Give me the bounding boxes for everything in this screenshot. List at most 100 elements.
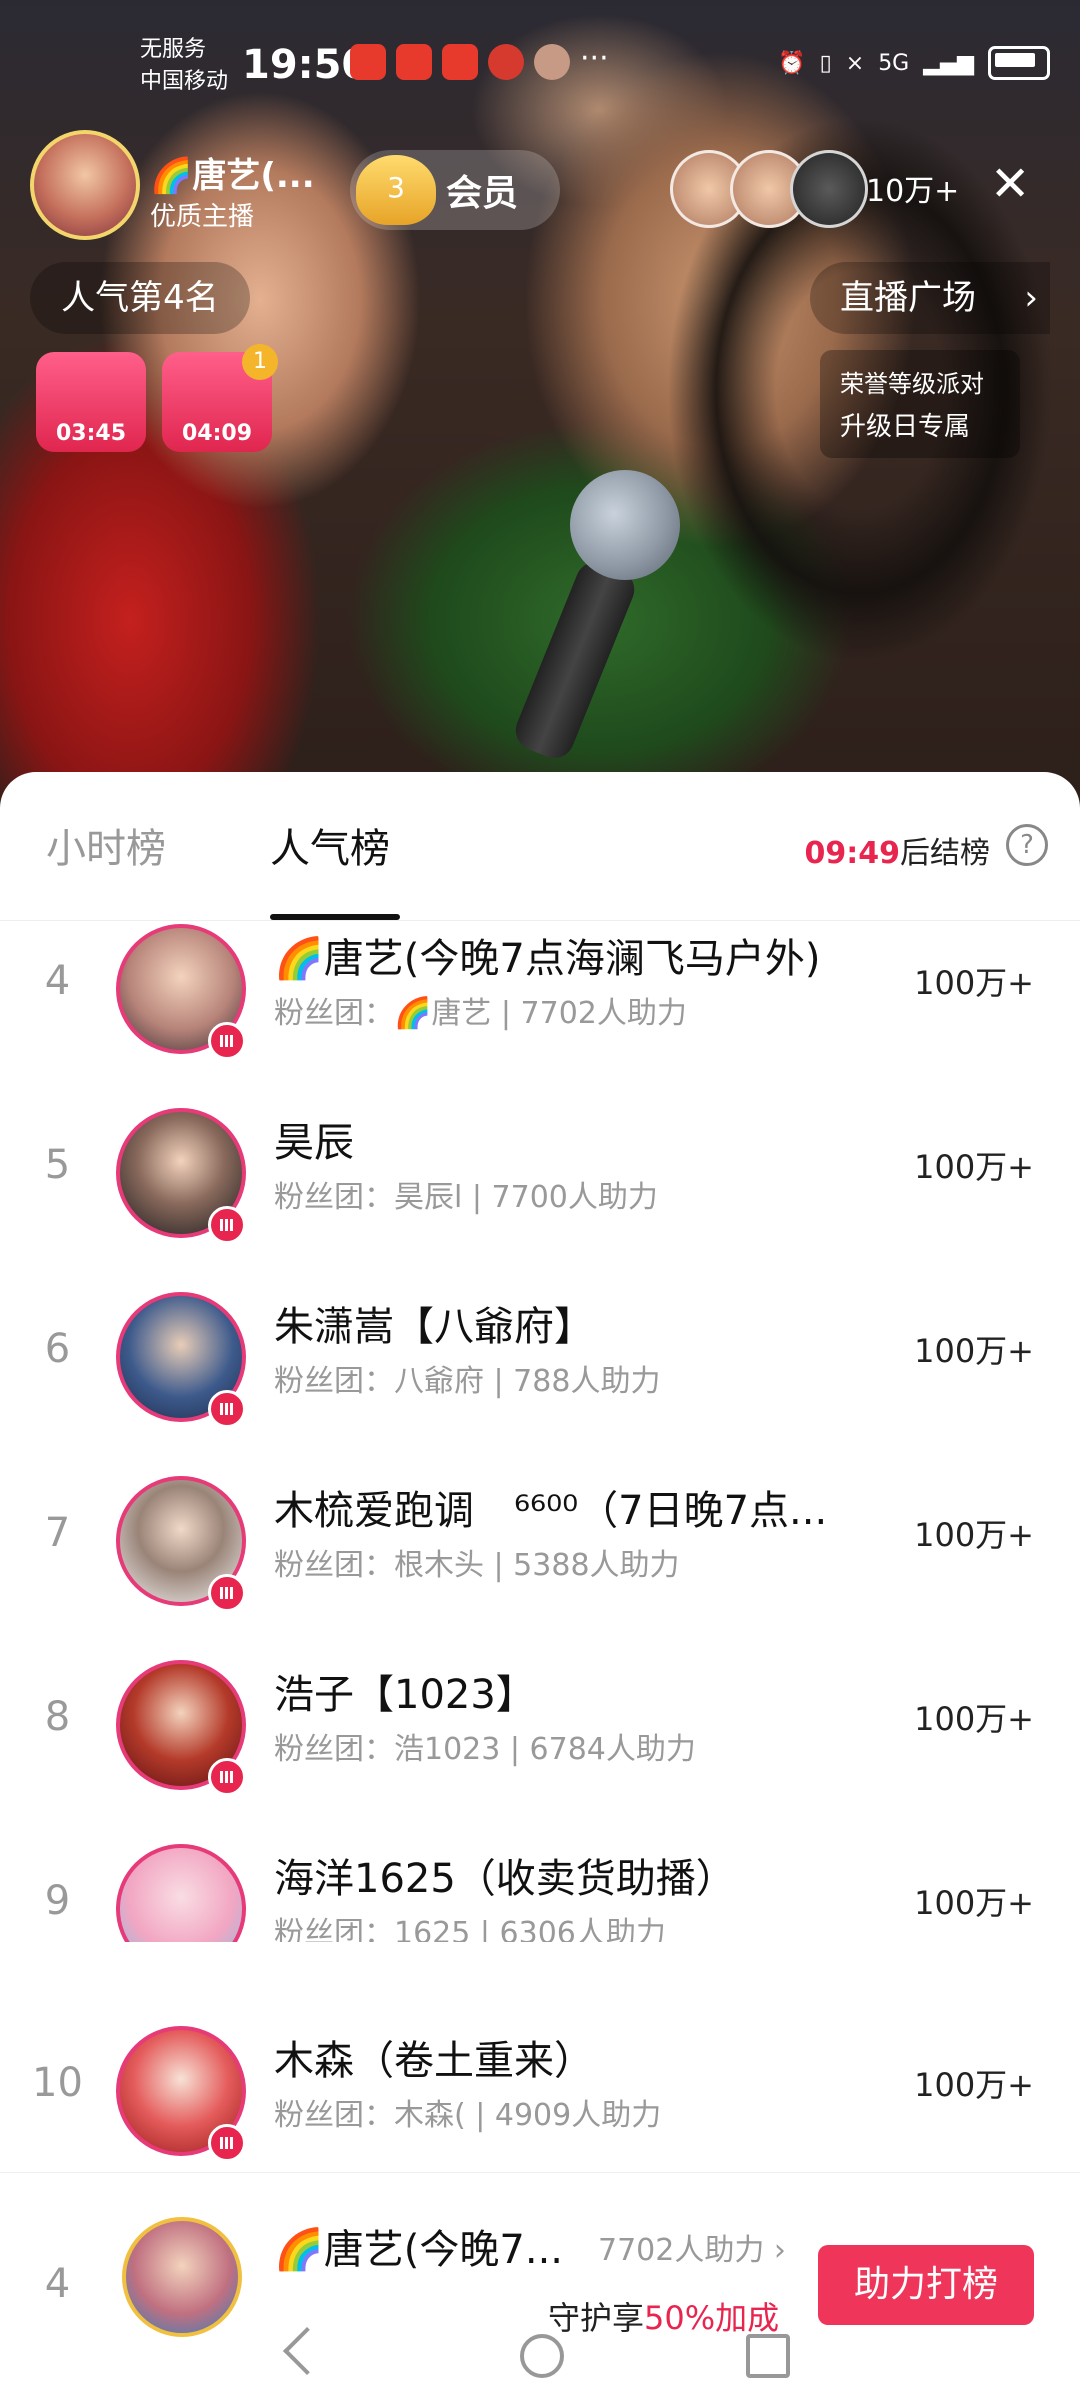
ranking-row[interactable]: 5 昊辰 粉丝团：昊辰l | 7700人助力 100万+ bbox=[0, 1084, 1080, 1268]
boost-rank-button[interactable]: 助力打榜 bbox=[818, 2245, 1034, 2325]
my-anchor-avatar[interactable] bbox=[122, 2217, 242, 2337]
anchor-tag: 优质主播 bbox=[150, 202, 255, 232]
countdown: 09:49后结榜 bbox=[805, 828, 991, 872]
anchor-name: 🌈唐艺(... bbox=[150, 156, 315, 196]
fan-club-info: 粉丝团：🌈唐艺 | 7702人助力 bbox=[274, 996, 687, 1031]
ranking-tabs: 小时榜 人气榜 09:49后结榜 ? bbox=[0, 772, 1080, 921]
viewer-count[interactable]: 10万+ bbox=[866, 166, 959, 210]
ranking-row[interactable]: 10 木森（卷土重来） 粉丝团：木森( | 4909人助力 100万+ bbox=[0, 2002, 1080, 2186]
recent-apps-icon[interactable] bbox=[746, 2334, 790, 2378]
fan-club-info: 粉丝团：浩1023 | 6784人助力 bbox=[274, 1732, 696, 1767]
microphone-head bbox=[570, 470, 680, 580]
streamer-name: 浩子【1023】 bbox=[274, 1672, 536, 1718]
fan-club-info: 粉丝团：木森( | 4909人助力 bbox=[274, 2098, 662, 2133]
ranking-row[interactable]: 4 🌈唐艺(今晚7点海澜飞马户外) 粉丝团：🌈唐艺 | 7702人助力 100万… bbox=[0, 922, 1080, 1084]
network-type: 5G bbox=[878, 50, 910, 76]
active-tab-indicator bbox=[270, 914, 400, 920]
streamer-name: 昊辰 bbox=[274, 1120, 354, 1166]
countdown-suffix: 后结榜 bbox=[900, 836, 990, 871]
streamer-name: 朱潇嵩【八爺府】 bbox=[274, 1304, 594, 1350]
back-icon[interactable] bbox=[282, 2326, 332, 2376]
my-anchor-name: 🌈唐艺(今晚7... bbox=[274, 2227, 564, 2273]
ranking-list[interactable]: 4 🌈唐艺(今晚7点海澜飞马户外) 粉丝团：🌈唐艺 | 7702人助力 100万… bbox=[0, 922, 1080, 1942]
honor-line-1: 荣誉等级派对 bbox=[840, 370, 984, 398]
pinduoduo-app-icon-2 bbox=[442, 44, 478, 80]
rank-number: 6 bbox=[44, 1326, 71, 1372]
anchor-info[interactable]: 🌈唐艺(... 优质主播 bbox=[30, 130, 330, 240]
pinduoduo-app-icon bbox=[396, 44, 432, 80]
fan-club-info: 粉丝团：八爺府 | 788人助力 bbox=[274, 1364, 661, 1399]
ranking-row[interactable]: 8 浩子【1023】 粉丝团：浩1023 | 6784人助力 100万+ bbox=[0, 1636, 1080, 1820]
fan-club-badge[interactable]: 3 会员 bbox=[350, 150, 560, 230]
streamer-name: 海洋1625（收卖货助播） bbox=[274, 1856, 736, 1902]
live-badge-icon bbox=[208, 1758, 246, 1796]
rank-number: 5 bbox=[44, 1142, 71, 1188]
anchor-avatar[interactable] bbox=[30, 130, 140, 240]
notification-icons: ··· bbox=[350, 44, 616, 80]
score: 100万+ bbox=[914, 2066, 1034, 2104]
live-badge-icon bbox=[208, 1574, 246, 1612]
tab-hourly[interactable]: 小时榜 bbox=[46, 816, 166, 874]
streamer-avatar[interactable] bbox=[116, 1844, 246, 1942]
alarm-icon: ⏰ bbox=[778, 50, 806, 76]
viewer-avatar bbox=[790, 150, 868, 228]
tab-popularity[interactable]: 人气榜 bbox=[270, 816, 390, 874]
notification-avatar-icon bbox=[534, 44, 570, 80]
streamer-name: 木森（卷土重来） bbox=[274, 2038, 594, 2084]
live-plaza-label: 直播广场 bbox=[840, 278, 976, 318]
live-plaza-button[interactable]: 直播广场 › bbox=[810, 262, 1050, 334]
heart-level-icon: 3 bbox=[356, 155, 436, 225]
notification-app-icon bbox=[488, 44, 524, 80]
home-icon[interactable] bbox=[520, 2334, 564, 2378]
gift-box[interactable]: 1 04:09 bbox=[162, 344, 278, 452]
score: 100万+ bbox=[914, 1148, 1034, 1186]
rank-number: 7 bbox=[44, 1510, 71, 1556]
score: 100万+ bbox=[914, 1516, 1034, 1554]
score: 100万+ bbox=[914, 1700, 1034, 1738]
carrier-line-1: 无服务 bbox=[140, 37, 207, 62]
countdown-time: 09:49 bbox=[804, 836, 901, 871]
score: 100万+ bbox=[914, 1884, 1034, 1922]
ranking-row[interactable]: 9 海洋1625（收卖货助播） 粉丝团：1625 | 6306人助力 100万+ bbox=[0, 1820, 1080, 1942]
live-badge-icon bbox=[208, 1390, 246, 1428]
battery-icon bbox=[988, 46, 1050, 80]
live-badge-icon bbox=[208, 1206, 246, 1244]
no-signal-icon: ⨯ bbox=[845, 50, 865, 76]
system-indicators: ⏰ ▯ ⨯ 5G ▂▄▆ bbox=[778, 46, 1050, 80]
signal-icon: ▂▄▆ bbox=[923, 50, 974, 76]
rank-number: 9 bbox=[44, 1878, 71, 1924]
score: 100万+ bbox=[914, 964, 1034, 1002]
streamer-name: 🌈唐艺(今晚7点海澜飞马户外) bbox=[274, 936, 821, 982]
score: 100万+ bbox=[914, 1332, 1034, 1370]
chevron-right-icon: › bbox=[1024, 278, 1038, 318]
viewer-avatars[interactable] bbox=[670, 150, 868, 228]
help-icon[interactable]: ? bbox=[1006, 824, 1048, 866]
rank-number: 10 bbox=[32, 2060, 83, 2106]
gift-count-badge: 1 bbox=[242, 344, 278, 380]
gift-timer: 03:45 bbox=[55, 421, 127, 446]
popularity-rank-pill[interactable]: 人气第4名 bbox=[30, 262, 250, 334]
fan-club-info: 粉丝团：昊辰l | 7700人助力 bbox=[274, 1180, 658, 1215]
ranking-sheet: 小时榜 人气榜 09:49后结榜 ? 4 🌈唐艺(今晚7点海澜飞马户外) 粉丝团… bbox=[0, 772, 1080, 2403]
gift-box[interactable]: 03:45 bbox=[36, 352, 146, 452]
rank-number: 8 bbox=[44, 1694, 71, 1740]
ranking-row[interactable]: 6 朱潇嵩【八爺府】 粉丝团：八爺府 | 788人助力 100万+ bbox=[0, 1268, 1080, 1452]
more-notifications-icon: ··· bbox=[580, 41, 609, 76]
rank-number: 4 bbox=[44, 958, 71, 1004]
carrier-line-2: 中国移动 bbox=[140, 69, 229, 94]
fan-club-info: 粉丝团：1625 | 6306人助力 bbox=[274, 1916, 666, 1942]
honor-line-2: 升级日专属 bbox=[840, 412, 971, 442]
vibrate-icon: ▯ bbox=[819, 50, 832, 76]
honor-level-banner[interactable]: 荣誉等级派对 升级日专属 bbox=[820, 350, 1020, 458]
close-icon[interactable]: ✕ bbox=[990, 160, 1030, 208]
system-navigation-bar bbox=[0, 2320, 1080, 2400]
carrier-info: 无服务 中国移动 bbox=[140, 34, 228, 98]
streamer-name: 木梳爱跑调 ⁶⁶⁰⁰（7日晚7点... bbox=[274, 1488, 828, 1534]
vip-label: 会员 bbox=[446, 173, 519, 214]
my-support-link[interactable]: 7702人助力 › bbox=[598, 2225, 786, 2269]
gift-timer: 04:09 bbox=[181, 421, 253, 446]
status-bar: 无服务 中国移动 19:50 ··· ⏰ ▯ ⨯ 5G ▂▄▆ bbox=[0, 28, 1080, 108]
live-badge-icon bbox=[208, 1022, 246, 1060]
ranking-row[interactable]: 7 木梳爱跑调 ⁶⁶⁰⁰（7日晚7点... 粉丝团：根木头 | 5388人助力 … bbox=[0, 1452, 1080, 1636]
my-rank-number: 4 bbox=[44, 2261, 71, 2307]
